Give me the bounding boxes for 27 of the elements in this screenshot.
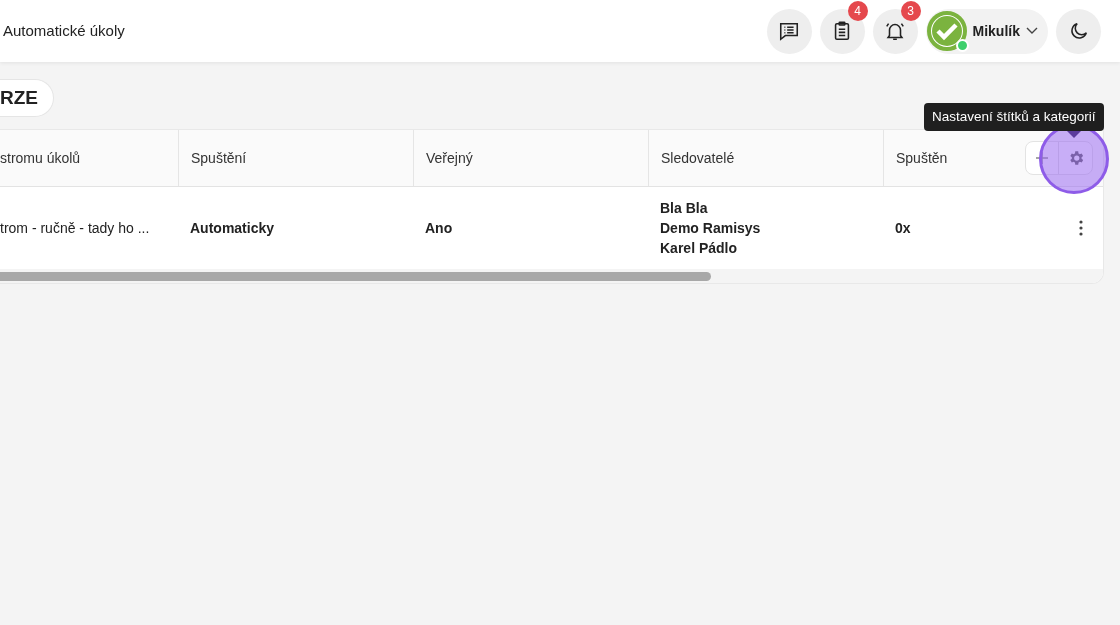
table-cell: Automaticky (190, 220, 275, 236)
scrollbar-thumb[interactable] (0, 271, 711, 281)
theme-button[interactable] (1056, 8, 1101, 54)
avatar-check-icon (926, 11, 967, 51)
follower-name: Karel Pádlo (660, 239, 739, 258)
user-name: Mikulík (972, 21, 1020, 41)
message-list-icon (778, 20, 801, 42)
follower-name: Bla Bla (660, 199, 709, 218)
page-title: Automatické úkoly (3, 20, 125, 41)
plus-icon (1035, 151, 1049, 165)
column-header: stromu úkolů (0, 148, 81, 168)
column-header: Spuštění (191, 148, 247, 168)
follower-name: Demo Ramisys (660, 219, 762, 238)
more-icon[interactable] (1079, 220, 1083, 236)
toolbar-button[interactable]: RZE (0, 79, 54, 117)
table-cell: 0x (895, 220, 911, 236)
tooltip: Nastavení štítků a kategorií (924, 103, 1104, 131)
count-badge: 4 (847, 0, 868, 21)
user-menu[interactable]: Mikulík (925, 8, 1048, 54)
column-header: Sledovatelé (661, 148, 735, 168)
tooltip-arrow (1067, 131, 1081, 138)
table-cell: Ano (425, 220, 453, 236)
count-badge: 3 (900, 0, 921, 21)
table-cell: trom - ručně - tady ho ... (0, 220, 150, 236)
column-header: Spuštěn (896, 148, 948, 168)
column-header: Veřejný (426, 148, 473, 168)
chevron-down-icon (1026, 27, 1038, 35)
